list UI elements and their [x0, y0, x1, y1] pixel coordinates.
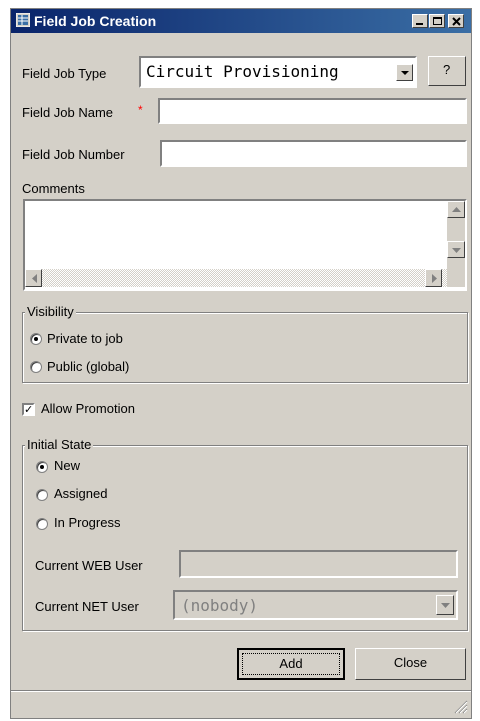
chevron-down-icon — [452, 248, 461, 253]
maximize-icon — [433, 17, 442, 25]
check-icon: ✓ — [24, 403, 34, 416]
comments-textarea[interactable] — [23, 199, 467, 291]
minimize-button[interactable] — [412, 14, 428, 28]
allow-promotion-label: Allow Promotion — [41, 401, 135, 416]
radio-public-global[interactable] — [30, 361, 42, 373]
field-job-number-label: Field Job Number — [22, 147, 125, 162]
scroll-corner — [447, 269, 465, 287]
maximize-button[interactable] — [429, 14, 445, 28]
field-job-type-value: Circuit Provisioning — [146, 62, 339, 81]
radio-private-to-job[interactable] — [30, 333, 42, 345]
current-net-user-select: (nobody) — [173, 590, 458, 620]
chevron-left-icon — [32, 274, 37, 283]
visibility-legend: Visibility — [25, 304, 76, 319]
in-progress-label: In Progress — [54, 515, 121, 530]
allow-promotion-checkbox[interactable]: ✓ — [22, 403, 35, 416]
scroll-up-button[interactable] — [447, 201, 465, 218]
current-web-user-input — [179, 550, 458, 578]
scroll-right-button[interactable] — [425, 269, 442, 287]
vertical-scrollbar[interactable] — [447, 201, 465, 269]
current-net-user-label: Current NET User — [35, 599, 139, 614]
scroll-down-button[interactable] — [447, 241, 465, 258]
private-to-job-label: Private to job — [47, 331, 123, 346]
chevron-right-icon — [432, 274, 437, 283]
public-global-label: Public (global) — [47, 359, 130, 374]
add-button[interactable]: Add — [237, 648, 345, 680]
status-bar — [11, 690, 471, 718]
window-title: Field Job Creation — [34, 13, 157, 29]
radio-in-progress[interactable] — [36, 518, 48, 530]
close-button-label: Close — [393, 655, 428, 670]
field-job-type-dropdown-button[interactable] — [396, 64, 413, 81]
new-label: New — [54, 458, 81, 473]
chevron-up-icon — [452, 207, 461, 212]
chevron-down-icon — [401, 71, 409, 75]
app-icon — [16, 13, 30, 27]
field-job-name-label: Field Job Name — [22, 105, 114, 120]
horizontal-scrollbar[interactable] — [25, 269, 447, 287]
help-button-label: ? — [443, 62, 451, 77]
assigned-label: Assigned — [54, 486, 108, 501]
resize-grip-icon[interactable] — [452, 698, 468, 714]
focus-rectangle — [242, 653, 340, 675]
chevron-down-icon — [441, 603, 450, 608]
field-job-type-label: Field Job Type — [22, 66, 107, 81]
close-icon — [452, 17, 461, 26]
comments-label: Comments — [22, 181, 85, 196]
current-web-user-label: Current WEB User — [35, 558, 143, 573]
close-button[interactable] — [448, 14, 464, 28]
radio-new[interactable] — [36, 461, 48, 473]
radio-assigned[interactable] — [36, 489, 48, 501]
scroll-left-button[interactable] — [25, 269, 42, 287]
minimize-icon — [416, 23, 423, 25]
initial-state-legend: Initial State — [25, 437, 94, 452]
current-net-user-value: (nobody) — [181, 596, 259, 615]
required-marker: * — [138, 103, 143, 117]
net-user-dropdown-button — [436, 595, 454, 615]
field-job-type-select[interactable]: Circuit Provisioning — [139, 56, 417, 88]
radio-selected-dot — [40, 465, 44, 469]
close-dialog-button[interactable]: Close — [355, 648, 466, 680]
field-job-name-input[interactable] — [158, 98, 467, 124]
field-job-number-input[interactable] — [160, 140, 467, 167]
radio-selected-dot — [34, 337, 38, 341]
